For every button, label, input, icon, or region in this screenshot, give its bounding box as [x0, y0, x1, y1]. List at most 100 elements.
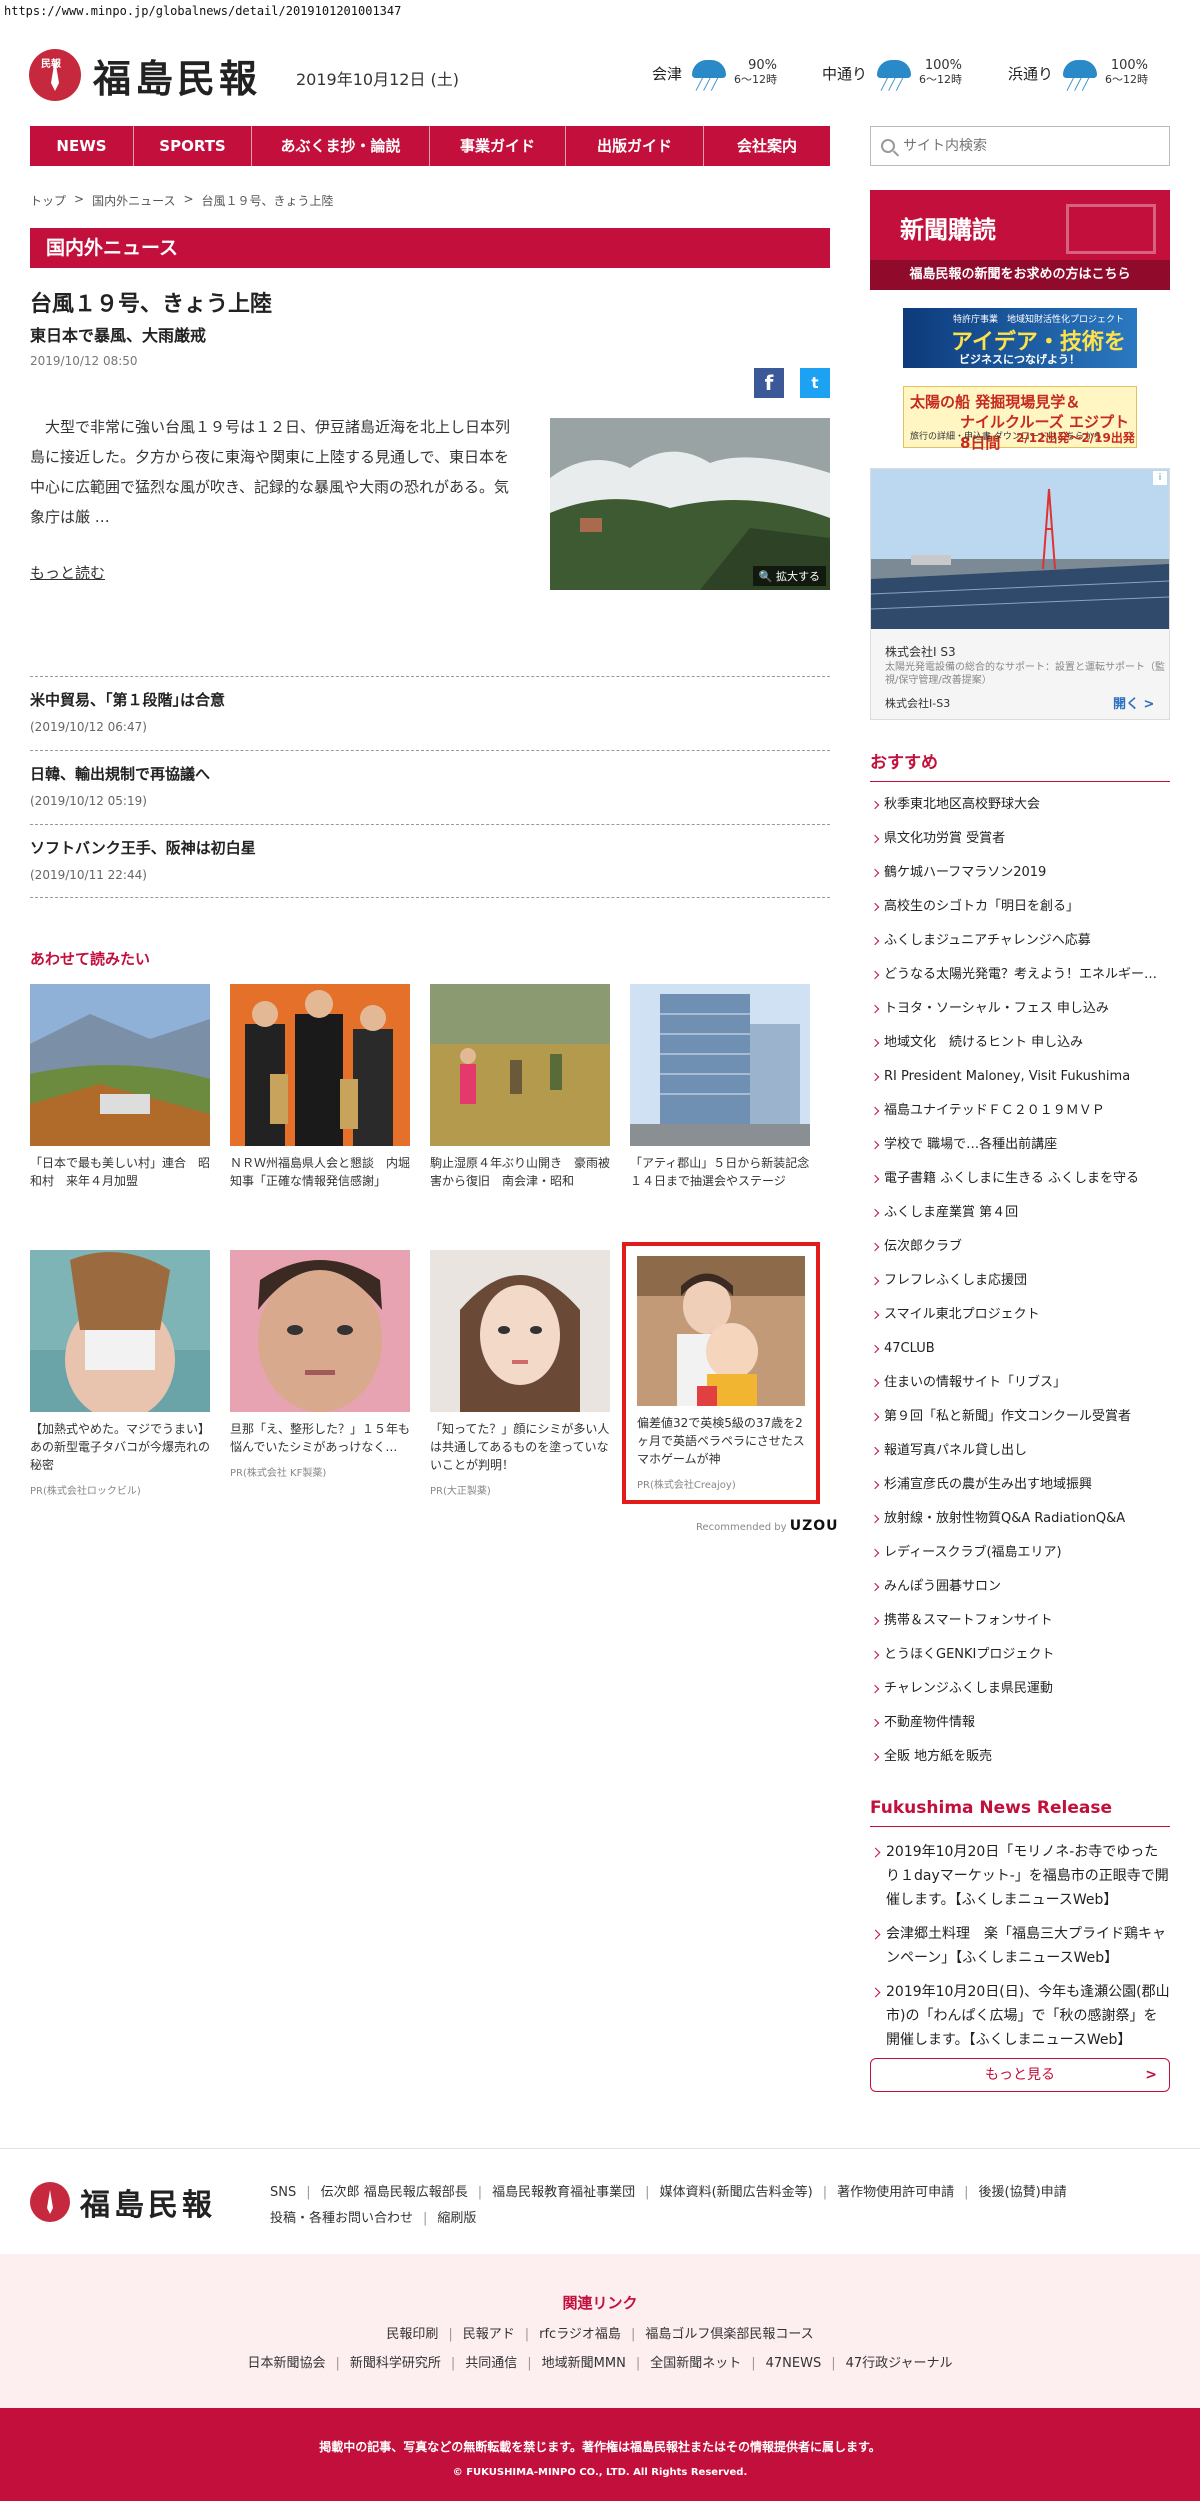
main-nav: NEWS SPORTS あぶくま抄・論説 事業ガイド 出版ガイド 会社案内	[30, 126, 830, 166]
recommend-item[interactable]: 福島ユナイテッドＦＣ２０１９ＭＶＰ	[870, 1094, 1170, 1128]
related-link[interactable]: 全国新聞ネット	[650, 2356, 741, 2371]
related-link[interactable]: 民報アド	[463, 2327, 515, 2342]
related-link[interactable]: 新聞科学研究所	[350, 2356, 441, 2371]
fnr-item[interactable]: 2019年10月20日(日)、今年も逢瀬公園(郡山市)の「わんぱく広場」で「秋の…	[870, 1980, 1170, 2052]
related-card[interactable]: 駒止湿原４年ぶり山開き 豪雨被害から復旧 南会津・昭和	[430, 984, 610, 1190]
fnr-item[interactable]: 会津郷土料理 楽「福島三大プライド鶏キャンペーン」【ふくしまニュースWeb】	[870, 1922, 1170, 1970]
recommend-item[interactable]: ふくしまジュニアチャレンジへ応募	[870, 924, 1170, 958]
card-image[interactable]	[230, 1250, 410, 1412]
recommend-item[interactable]: 不動産物件情報	[870, 1706, 1170, 1740]
zoom-button[interactable]: 🔍 拡大する	[752, 566, 826, 586]
recommend-item[interactable]: トヨタ・ソーシャル・フェス 申し込み	[870, 992, 1170, 1026]
recommend-item[interactable]: 放射線・放射性物質Q&A RadiationQ&A	[870, 1502, 1170, 1536]
ad-card[interactable]: 【加熱式やめた。マジでうまい】あの新型電子タバコが今爆売れの秘密 PR(株式会社…	[30, 1250, 210, 1497]
ad-banner-egypt[interactable]: 太陽の船 発掘現場見学＆ ナイルクルーズ エジプト8日間 旅行の詳細・申込書 ダ…	[903, 386, 1137, 452]
recommend-item[interactable]: レディースクラブ(福島エリア)	[870, 1536, 1170, 1570]
ad-info-icon[interactable]: i	[1153, 471, 1167, 485]
card-image[interactable]	[430, 1250, 610, 1412]
twitter-share-icon[interactable]: t	[800, 368, 830, 398]
search-icon[interactable]	[881, 139, 895, 153]
recommend-item[interactable]: 杉浦宣彦氏の農が生み出す地域振興	[870, 1468, 1170, 1502]
ad-card[interactable]: 旦那「え、整形した？」１５年も悩んでいたシミがあっけなく… PR(株式会社 KF…	[230, 1250, 410, 1479]
site-search[interactable]	[870, 126, 1170, 166]
fnr-item[interactable]: 2019年10月20日「モリノネ-お寺でゆったり１dayマーケット-」を福島市の…	[870, 1840, 1170, 1912]
ad-banner-idea[interactable]: 特許庁事業 地域知財活性化プロジェクト アイデア・技術を ビジネスにつなげよう！	[903, 308, 1137, 368]
site-logo[interactable]: 民報 福島民報	[29, 48, 261, 102]
news-item[interactable]: 日韓、輸出規制で再協議へ (2019/10/12 05:19)	[30, 750, 830, 824]
read-more-link[interactable]: もっと読む	[30, 562, 105, 583]
recommend-item[interactable]: 秋季東北地区高校野球大会	[870, 788, 1170, 822]
recommend-item[interactable]: 鶴ケ城ハーフマラソン2019	[870, 856, 1170, 890]
recommend-item[interactable]: スマイル東北プロジェクト	[870, 1298, 1170, 1332]
breadcrumb-section[interactable]: 国内外ニュース	[92, 192, 175, 209]
news-item[interactable]: 米中貿易、｢第１段階｣は合意 (2019/10/12 06:47)	[30, 676, 830, 750]
footer-link[interactable]: 投稿・各種お問い合わせ	[270, 2211, 413, 2226]
recommend-item[interactable]: チャレンジふくしま県民運動	[870, 1672, 1170, 1706]
recommend-item[interactable]: 携帯＆スマートフォンサイト	[870, 1604, 1170, 1638]
breadcrumb-top[interactable]: トップ	[30, 192, 66, 209]
search-input[interactable]	[903, 138, 1153, 154]
footer-logo[interactable]: 福島民報	[30, 2180, 216, 2224]
ad-solar[interactable]: i 株式会社I S3 太陽光発電設備の総合的なサポート：設置と運転サポート（監視…	[870, 468, 1170, 720]
recommend-item[interactable]: RI President Maloney, Visit Fukushima	[870, 1060, 1170, 1094]
footer-divider	[0, 2148, 1200, 2149]
related-link[interactable]: rfcラジオ福島	[539, 2327, 621, 2342]
card-image[interactable]	[630, 984, 810, 1146]
card-image[interactable]	[30, 984, 210, 1146]
recommend-item[interactable]: 県文化功労賞 受賞者	[870, 822, 1170, 856]
footer-link[interactable]: 伝次郎 福島民報広報部長	[321, 2185, 468, 2200]
fnr-heading: Fukushima News Release	[870, 1798, 1170, 1827]
subscribe-banner[interactable]: 新聞購読 福島民報の新聞をお求めの方はこちら	[870, 190, 1170, 290]
recommend-item[interactable]: 学校で 職場で…各種出前講座	[870, 1128, 1170, 1162]
recommend-item[interactable]: どうなる太陽光発電？考えよう！エネルギー…	[870, 958, 1170, 992]
related-link[interactable]: 47NEWS	[766, 2356, 822, 2371]
footer-link[interactable]: 著作物使用許可申請	[837, 2185, 954, 2200]
ad-image[interactable]	[871, 469, 1169, 629]
footer-link[interactable]: 媒体資料(新聞広告料金等)	[660, 2185, 813, 2200]
related-link[interactable]: 福島ゴルフ倶楽部民報コース	[645, 2327, 813, 2342]
nav-news[interactable]: NEWS	[30, 126, 134, 166]
facebook-share-icon[interactable]: f	[754, 368, 784, 398]
related-link[interactable]: 民報印刷	[386, 2327, 438, 2342]
ad-open-button[interactable]: 開く >	[1113, 693, 1154, 712]
related-card[interactable]: 「アティ郡山」５日から新装記念 １４日まで抽選会やステージ	[630, 984, 821, 1190]
recommend-item[interactable]: 47CLUB	[870, 1332, 1170, 1366]
recommend-item[interactable]: 伝次郎クラブ	[870, 1230, 1170, 1264]
recommend-item[interactable]: 高校生のシゴトカ「明日を創る」	[870, 890, 1170, 924]
related-link[interactable]: 47行政ジャーナル	[846, 2356, 953, 2371]
recommend-heading: おすすめ	[870, 748, 1170, 782]
recommend-item[interactable]: 全販 地方紙を販売	[870, 1740, 1170, 1774]
footer-link[interactable]: SNS	[270, 2185, 296, 2200]
card-image[interactable]	[30, 1250, 210, 1412]
footer-link[interactable]: 縮刷版	[437, 2211, 476, 2226]
card-image[interactable]	[430, 984, 610, 1146]
news-item[interactable]: ソフトバンク王手、阪神は初白星 (2019/10/11 22:44)	[30, 824, 830, 898]
related-link[interactable]: 地域新聞MMN	[542, 2356, 626, 2371]
more-button[interactable]: もっと見る >	[870, 2058, 1170, 2092]
nav-shuppan[interactable]: 出版ガイド	[566, 126, 704, 166]
nav-jigyo[interactable]: 事業ガイド	[430, 126, 566, 166]
recommend-item[interactable]: 地域文化 続けるヒント 申し込み	[870, 1026, 1170, 1060]
recommend-item[interactable]: ふくしま産業賞 第４回	[870, 1196, 1170, 1230]
recommend-item[interactable]: みんぽう囲碁サロン	[870, 1570, 1170, 1604]
recommended-by[interactable]: Recommended by UZOU	[696, 1518, 839, 1534]
related-card[interactable]: ＮＲＷ州福島県人会と懇談 内堀知事「正確な情報発信感謝」	[230, 984, 410, 1190]
nav-abukuma[interactable]: あぶくま抄・論説	[252, 126, 430, 166]
recommend-item[interactable]: 住まいの情報サイト「リブス」	[870, 1366, 1170, 1400]
article-photo[interactable]: 🔍 拡大する	[550, 418, 830, 590]
logo-text: 福島民報	[93, 55, 262, 101]
related-card[interactable]: 「日本で最も美しい村」連合 昭和村 来年４月加盟	[30, 984, 210, 1190]
recommend-item[interactable]: フレフレふくしま応援団	[870, 1264, 1170, 1298]
nav-company[interactable]: 会社案内	[704, 126, 830, 166]
related-link[interactable]: 共同通信	[465, 2356, 517, 2371]
footer-link[interactable]: 福島民報教育福祉事業団	[492, 2185, 635, 2200]
ad-card[interactable]: 「知ってた？」顔にシミが多い人は共通してあるものを塗っていないことが判明！ PR…	[430, 1250, 610, 1497]
recommend-item[interactable]: 電子書籍 ふくしまに生きる ふくしまを守る	[870, 1162, 1170, 1196]
related-link[interactable]: 日本新聞協会	[247, 2356, 325, 2371]
card-image[interactable]	[230, 984, 410, 1146]
footer-link[interactable]: 後援(協賛)申請	[979, 2185, 1067, 2200]
nav-sports[interactable]: SPORTS	[134, 126, 252, 166]
recommend-item[interactable]: 報道写真パネル貸し出し	[870, 1434, 1170, 1468]
recommend-item[interactable]: とうほくGENKIプロジェクト	[870, 1638, 1170, 1672]
recommend-item[interactable]: 第９回「私と新聞」作文コンクール受賞者	[870, 1400, 1170, 1434]
